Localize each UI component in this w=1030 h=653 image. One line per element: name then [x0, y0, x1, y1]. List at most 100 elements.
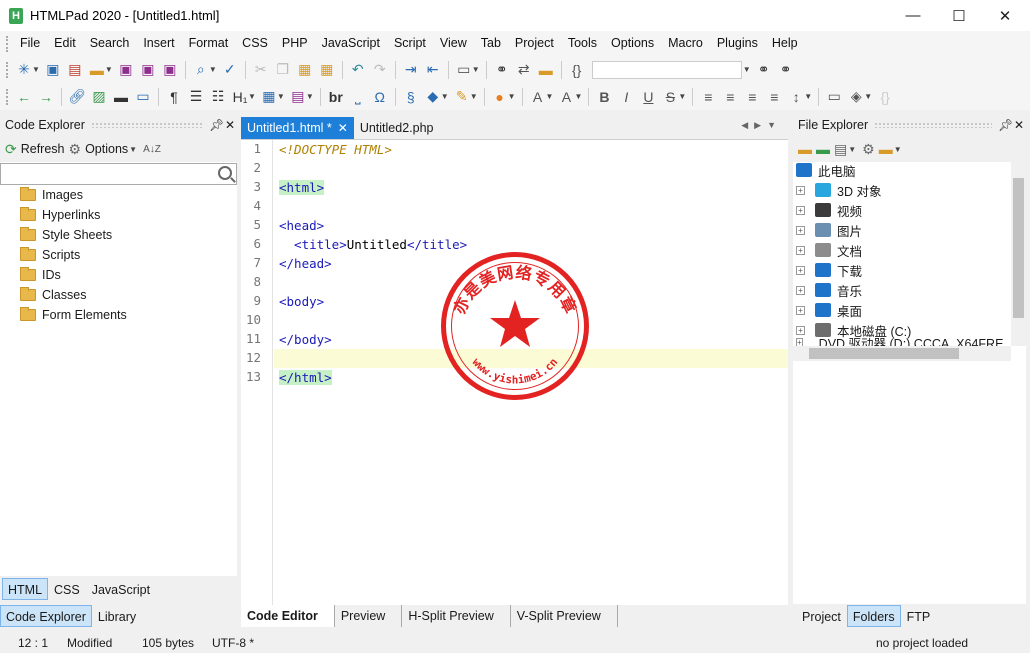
chevron-down-icon[interactable]: ▼: [248, 92, 256, 101]
tab-v-split-preview[interactable]: V-Split Preview: [511, 605, 618, 627]
tree-item-local-disk[interactable]: + 本地磁盘 (C:): [796, 320, 911, 340]
find-next-icon[interactable]: ⚭: [753, 59, 775, 81]
folder-up-icon[interactable]: ▬: [798, 141, 812, 157]
tree-item-style-sheets[interactable]: Style Sheets: [20, 225, 112, 245]
chevron-down-icon[interactable]: ▼: [277, 92, 285, 101]
horizontal-scrollbar[interactable]: [793, 346, 1011, 361]
vertical-scrollbar[interactable]: [1011, 162, 1026, 346]
menu-project[interactable]: Project: [508, 31, 561, 56]
tab-library[interactable]: Library: [92, 605, 142, 627]
cut-icon[interactable]: ✂: [250, 59, 272, 81]
box-icon[interactable]: ▭: [823, 86, 845, 108]
br-icon[interactable]: br: [325, 86, 347, 108]
tree-item-images[interactable]: Images: [20, 185, 83, 205]
tab-code-editor[interactable]: Code Editor: [241, 605, 335, 627]
menu-javascript[interactable]: JavaScript: [315, 31, 387, 56]
sort-az-icon[interactable]: A↓Z: [143, 144, 161, 155]
tab-javascript[interactable]: JavaScript: [86, 578, 156, 600]
undo-icon[interactable]: ↶: [347, 59, 369, 81]
chevron-down-icon[interactable]: ▼: [472, 65, 480, 74]
outdent-icon[interactable]: ⇤: [422, 59, 444, 81]
minimize-button[interactable]: —: [890, 0, 936, 31]
forward-icon[interactable]: →: [35, 86, 57, 108]
menu-help[interactable]: Help: [765, 31, 805, 56]
menu-script[interactable]: Script: [387, 31, 433, 56]
close-button[interactable]: ✕: [982, 0, 1028, 31]
paste-special-icon[interactable]: ▦: [316, 59, 338, 81]
ol-icon[interactable]: ☷: [207, 86, 229, 108]
binoculars-icon[interactable]: ⚭: [491, 59, 513, 81]
panel-drag-handle[interactable]: [874, 122, 992, 128]
menu-tools[interactable]: Tools: [561, 31, 604, 56]
align-left-icon[interactable]: ≡: [697, 86, 719, 108]
menu-options[interactable]: Options: [604, 31, 661, 56]
image-icon[interactable]: ▨: [88, 86, 110, 108]
encoding[interactable]: UTF-8 *: [212, 636, 254, 650]
tab-project[interactable]: Project: [796, 605, 847, 627]
tree-item-pictures[interactable]: + 图片: [796, 220, 862, 240]
pdf-icon[interactable]: ▤: [64, 59, 86, 81]
nbsp-icon[interactable]: ⎵: [347, 86, 369, 108]
tab-nav-arrows[interactable]: ◀▶▼: [741, 120, 782, 131]
expand-icon[interactable]: +: [796, 185, 805, 195]
expand-icon[interactable]: +: [796, 325, 805, 335]
menu-file[interactable]: File: [13, 31, 47, 56]
tab-css[interactable]: CSS: [48, 578, 86, 600]
chevron-down-icon[interactable]: ▼: [546, 92, 554, 101]
gear-icon[interactable]: ⚙: [862, 141, 875, 158]
scrollbar-thumb[interactable]: [809, 348, 959, 359]
expand-icon[interactable]: +: [796, 338, 803, 346]
tree-item-documents[interactable]: + 文档: [796, 240, 862, 260]
justify-icon[interactable]: ≡: [763, 86, 785, 108]
menu-edit[interactable]: Edit: [47, 31, 83, 56]
tab-preview[interactable]: Preview: [335, 605, 403, 627]
new-folder-icon[interactable]: ▬: [816, 141, 830, 157]
tree-item-downloads[interactable]: + 下载: [796, 260, 862, 280]
tab-code-explorer[interactable]: Code Explorer: [0, 605, 92, 627]
expand-icon[interactable]: +: [796, 225, 805, 235]
favorites-folder-icon[interactable]: ▬: [879, 141, 893, 157]
chevron-down-icon[interactable]: ▼: [864, 92, 872, 101]
omega-icon[interactable]: Ω: [369, 86, 391, 108]
align-right-icon[interactable]: ≡: [741, 86, 763, 108]
menu-grip[interactable]: [6, 35, 9, 52]
chevron-down-icon[interactable]: ▼: [804, 92, 812, 101]
chevron-down-icon[interactable]: ▼: [32, 65, 40, 74]
hr-icon[interactable]: ▬: [110, 86, 132, 108]
search-icon[interactable]: [218, 166, 232, 180]
menu-insert[interactable]: Insert: [136, 31, 181, 56]
paragraph-icon[interactable]: ¶: [163, 86, 185, 108]
menu-css[interactable]: CSS: [235, 31, 275, 56]
gear-icon[interactable]: ⚙: [69, 141, 82, 158]
tab-ftp[interactable]: FTP: [901, 605, 937, 627]
close-icon[interactable]: ✕: [223, 118, 237, 132]
tree-item-classes[interactable]: Classes: [20, 285, 86, 305]
tree-item-form-elements[interactable]: Form Elements: [20, 305, 127, 325]
menu-view[interactable]: View: [433, 31, 474, 56]
maximize-button[interactable]: ☐: [936, 0, 982, 31]
toolbar-grip[interactable]: [6, 88, 9, 105]
chevron-down-icon[interactable]: ▼: [129, 145, 137, 154]
chevron-down-icon[interactable]: ▼: [678, 92, 686, 101]
refresh-icon[interactable]: ⟳: [5, 141, 17, 158]
chevron-down-icon[interactable]: ▼: [508, 92, 516, 101]
tree-item-videos[interactable]: + 视频: [796, 200, 862, 220]
folder-search-icon[interactable]: ▬: [535, 59, 557, 81]
find-prev-icon[interactable]: ⚭: [775, 59, 797, 81]
code-explorer-search[interactable]: [0, 163, 237, 185]
tree-item-desktop[interactable]: + 桌面: [796, 300, 862, 320]
braces-icon[interactable]: {}: [566, 59, 588, 81]
css-icon[interactable]: §: [400, 86, 422, 108]
refresh-button[interactable]: Refresh: [21, 142, 65, 156]
menu-php[interactable]: PHP: [275, 31, 315, 56]
braces-disabled-icon[interactable]: {}: [874, 86, 896, 108]
link-icon[interactable]: 🔗︎: [66, 86, 88, 108]
toolbar-grip[interactable]: [6, 61, 9, 78]
bold-icon[interactable]: B: [593, 86, 615, 108]
tab-folders[interactable]: Folders: [846, 605, 901, 627]
chevron-down-icon[interactable]: ▼: [743, 65, 751, 74]
chevron-down-icon[interactable]: ▼: [441, 92, 449, 101]
menu-macro[interactable]: Macro: [661, 31, 710, 56]
tab-untitled1[interactable]: Untitled1.html * ✕: [241, 117, 354, 139]
panel-drag-handle[interactable]: [90, 122, 203, 128]
